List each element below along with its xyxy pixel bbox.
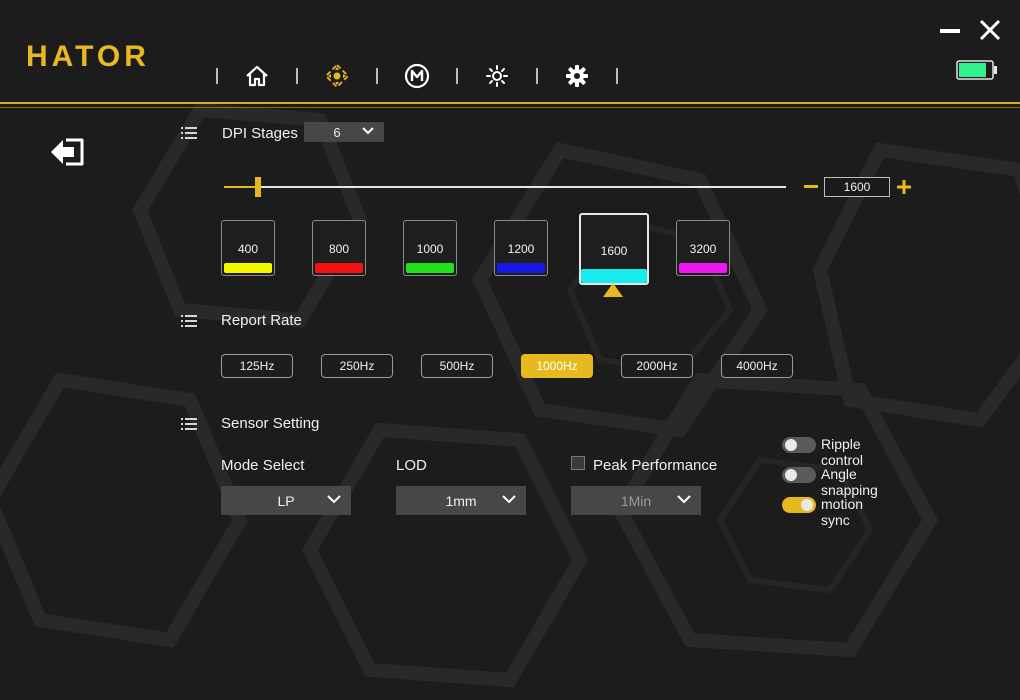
nav-home-button[interactable] xyxy=(222,60,292,92)
sensor-toggle-switch[interactable] xyxy=(782,467,816,483)
brightness-icon xyxy=(486,65,508,87)
dpi-stage-value: 1600 xyxy=(600,244,628,258)
dpi-stage-count-dropdown[interactable]: 6 xyxy=(304,122,384,142)
dpi-stages-heading: DPI Stages xyxy=(222,125,298,142)
report-rate-option[interactable]: 125Hz xyxy=(221,354,293,378)
sensor-setting-heading: Sensor Setting xyxy=(221,415,320,432)
dpi-stage-card[interactable]: 3200 xyxy=(676,220,730,276)
dpi-stage-color-bar xyxy=(315,263,363,273)
background-pattern xyxy=(0,102,1020,688)
list-icon xyxy=(181,127,197,139)
nav-separator xyxy=(536,68,538,84)
dpi-value-input[interactable]: 1600 xyxy=(824,177,890,197)
dpi-stage-value: 1200 xyxy=(507,242,535,256)
dpi-stage-value: 400 xyxy=(237,242,259,256)
dpi-stage-value: 1000 xyxy=(416,242,444,256)
home-icon xyxy=(246,65,268,87)
nav-macro-button[interactable] xyxy=(382,60,452,92)
dpi-decrease-button[interactable] xyxy=(804,185,818,188)
toggle-knob xyxy=(785,469,797,481)
dpi-stage-color-bar xyxy=(679,263,727,273)
logout-icon xyxy=(51,138,84,166)
dpi-stage-color-bar xyxy=(224,263,272,273)
report-rate-option[interactable]: 500Hz xyxy=(421,354,493,378)
nav-separator xyxy=(456,68,458,84)
sensor-toggle-label: motion sync xyxy=(821,496,864,528)
dpi-slider-fill xyxy=(224,186,258,188)
nav-separator xyxy=(376,68,378,84)
report-rate-option[interactable]: 4000Hz xyxy=(721,354,793,378)
chevron-down-icon xyxy=(502,495,516,504)
header-divider xyxy=(0,102,1020,104)
dpi-stage-count-value: 6 xyxy=(333,124,341,140)
macro-m-icon xyxy=(404,63,430,89)
nav-settings-button[interactable] xyxy=(542,60,612,92)
lod-label: LOD xyxy=(396,457,427,474)
sensor-toggle-label: Angle snapping xyxy=(821,466,878,498)
main-nav xyxy=(212,60,622,92)
report-rate-heading: Report Rate xyxy=(221,312,302,329)
nav-separator xyxy=(216,68,218,84)
dpi-stage-card[interactable]: 400 xyxy=(221,220,275,276)
sensor-toggle-label: Ripple control xyxy=(821,436,864,468)
close-button[interactable] xyxy=(978,18,1002,42)
toggle-knob xyxy=(801,499,813,511)
header-divider-thin xyxy=(0,107,1020,108)
nav-separator xyxy=(296,68,298,84)
gear-icon xyxy=(566,65,588,87)
lod-dropdown[interactable]: 1mm xyxy=(396,486,526,515)
report-rate-option[interactable]: 1000Hz xyxy=(521,354,593,378)
chevron-down-icon xyxy=(327,495,341,504)
dpi-stage-value: 3200 xyxy=(689,242,717,256)
dpi-increase-button[interactable] xyxy=(897,179,913,195)
dpi-stage-card[interactable]: 800 xyxy=(312,220,366,276)
lod-value: 1mm xyxy=(445,492,477,509)
peak-performance-checkbox[interactable] xyxy=(571,456,585,470)
minimize-button[interactable] xyxy=(940,29,960,33)
dpi-stage-card[interactable]: 1600 xyxy=(579,213,649,285)
dpi-stage-card[interactable]: 1000 xyxy=(403,220,457,276)
nav-separator xyxy=(616,68,618,84)
toggle-knob xyxy=(785,439,797,451)
dpi-slider-track[interactable] xyxy=(224,186,786,188)
peak-performance-value: 1Min xyxy=(620,492,652,509)
plus-icon xyxy=(897,180,911,194)
peak-performance-label: Peak Performance xyxy=(593,457,718,474)
mode-select-dropdown[interactable]: LP xyxy=(221,486,351,515)
dpi-stage-color-bar xyxy=(406,263,454,273)
battery-icon xyxy=(956,60,997,80)
list-icon xyxy=(181,418,197,430)
chevron-down-icon xyxy=(677,495,691,504)
dpi-crosshair-icon xyxy=(324,63,350,89)
report-rate-option[interactable]: 2000Hz xyxy=(621,354,693,378)
hator-logo: HATOR xyxy=(26,40,150,73)
dpi-stage-color-bar xyxy=(497,263,545,273)
dpi-stage-value: 800 xyxy=(328,242,350,256)
battery-indicator xyxy=(956,60,998,85)
selected-stage-indicator-icon xyxy=(603,283,623,297)
mode-select-value: LP xyxy=(277,492,295,509)
dpi-stage-card[interactable]: 1200 xyxy=(494,220,548,276)
list-icon xyxy=(181,315,197,327)
dpi-stage-color-bar xyxy=(581,269,647,283)
mode-select-label: Mode Select xyxy=(221,457,305,474)
nav-lighting-button[interactable] xyxy=(462,60,532,92)
peak-performance-dropdown[interactable]: 1Min xyxy=(571,486,701,515)
back-button[interactable] xyxy=(50,136,86,173)
report-rate-option[interactable]: 250Hz xyxy=(321,354,393,378)
sensor-toggle-switch[interactable] xyxy=(782,497,816,513)
dpi-slider-thumb[interactable] xyxy=(254,177,261,197)
chevron-down-icon xyxy=(362,127,374,135)
close-icon xyxy=(979,19,1001,41)
nav-dpi-button[interactable] xyxy=(302,60,372,92)
sensor-toggle-switch[interactable] xyxy=(782,437,816,453)
